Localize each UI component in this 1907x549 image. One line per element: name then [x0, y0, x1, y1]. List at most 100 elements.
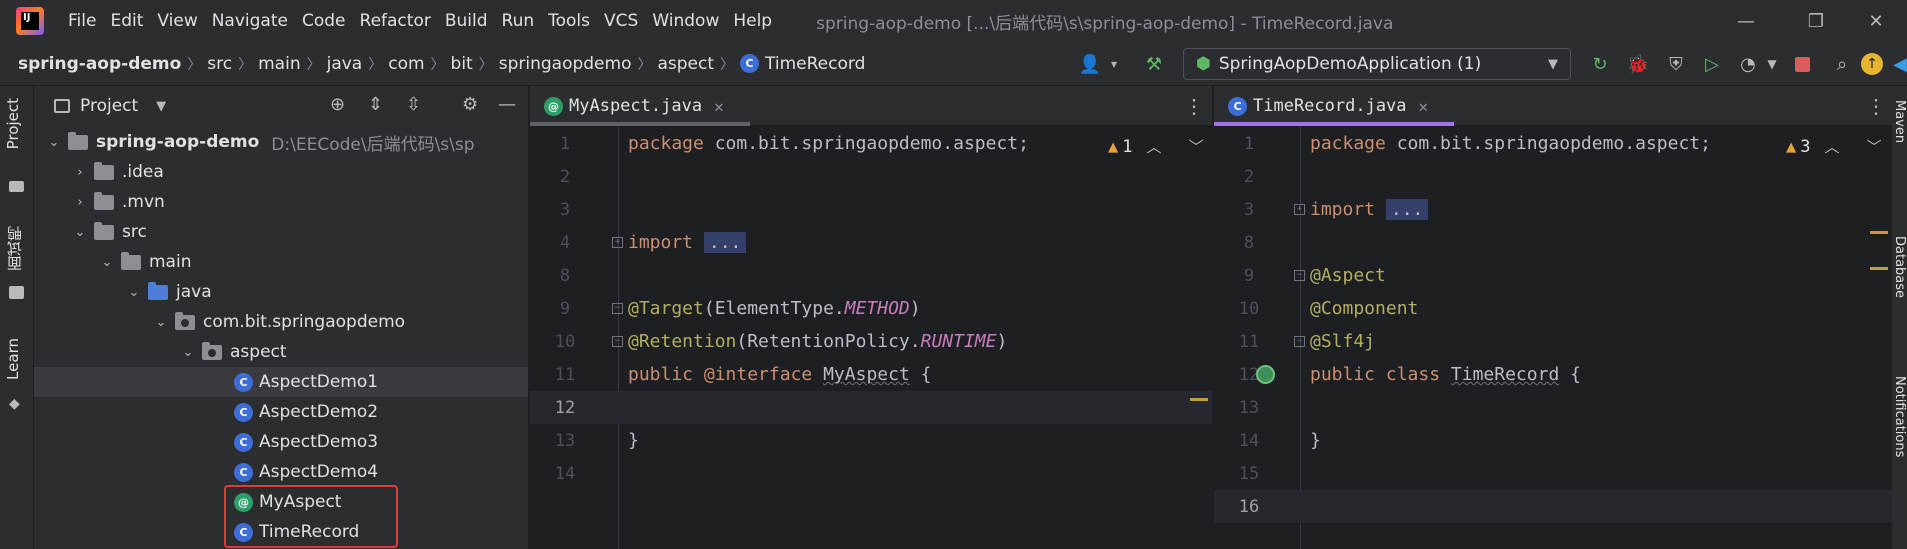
- profiler-icon[interactable]: ◔: [1736, 52, 1760, 76]
- breadcrumb-springaopdemo[interactable]: springaopdemo: [499, 54, 632, 74]
- interview-tool-tab[interactable]: 面试鸭: [4, 226, 25, 271]
- chevron-right-icon[interactable]: ›: [72, 165, 88, 180]
- more-options-icon[interactable]: ⋮: [1866, 94, 1886, 118]
- build-hammer-icon[interactable]: ⚒: [1142, 52, 1166, 76]
- code-line-9: 9 − @Target(ElementType.METHOD): [559, 298, 921, 319]
- menu-run[interactable]: Run: [502, 11, 535, 31]
- user-icon[interactable]: 👤: [1078, 52, 1102, 76]
- chevron-down-icon[interactable]: ⌄: [99, 255, 115, 270]
- tree-row-java[interactable]: ⌄ java: [34, 277, 528, 307]
- restore-icon[interactable]: ❐: [1786, 0, 1846, 42]
- chevron-down-icon[interactable]: ⌄: [153, 315, 169, 330]
- tree-row-package[interactable]: ⌄ com.bit.springaopdemo: [34, 307, 528, 337]
- more-options-icon[interactable]: ⋮: [1184, 94, 1204, 118]
- update-icon[interactable]: ↑: [1860, 52, 1884, 76]
- tree-row-aspectdemo2[interactable]: C AspectDemo2: [34, 397, 528, 427]
- settings-gear-icon[interactable]: ⚙: [462, 94, 478, 115]
- notifications-tool-tab[interactable]: Notifications: [1892, 376, 1907, 457]
- menu-build[interactable]: Build: [445, 11, 488, 31]
- fold-collapse-icon[interactable]: −: [612, 303, 623, 314]
- maven-tool-tab[interactable]: Maven: [1892, 100, 1907, 143]
- window-title: spring-aop-demo [...\后端代码\s\spring-aop-d…: [816, 13, 1394, 34]
- project-tool-tab[interactable]: Project: [4, 98, 22, 149]
- editor-timerecord[interactable]: C TimeRecord.java ✕ ⋮ 1 package com.bit.…: [1214, 86, 1892, 549]
- tree-row-aspectdemo4[interactable]: C AspectDemo4: [34, 457, 528, 487]
- breadcrumb-aspect[interactable]: aspect: [657, 54, 714, 74]
- breadcrumb-bit[interactable]: bit: [451, 54, 473, 74]
- breadcrumb-src[interactable]: src: [207, 54, 232, 74]
- tree-row-idea[interactable]: › .idea: [34, 157, 528, 187]
- tab-timerecord[interactable]: C TimeRecord.java ✕: [1214, 86, 1454, 126]
- chevron-down-icon[interactable]: ⌄: [46, 135, 62, 150]
- chevron-down-icon[interactable]: ⌄: [72, 225, 88, 240]
- menu-view[interactable]: View: [157, 11, 197, 31]
- chevron-down-icon[interactable]: ▼: [156, 99, 166, 114]
- tab-myaspect[interactable]: @ MyAspect.java ✕: [530, 86, 750, 126]
- tree-row-root[interactable]: ⌄ spring-aop-demo D:\EECode\后端代码\s\sp: [34, 127, 528, 157]
- warning-stripe-marker[interactable]: [1870, 231, 1888, 234]
- warning-stripe-marker[interactable]: [1870, 267, 1888, 270]
- debug-icon[interactable]: 🐞: [1626, 52, 1650, 76]
- spring-bean-gutter-icon[interactable]: [1256, 365, 1275, 384]
- folded-imports[interactable]: ...: [1385, 199, 1429, 220]
- minimize-icon[interactable]: —: [1716, 0, 1776, 42]
- expand-all-icon[interactable]: ⇕: [368, 94, 383, 115]
- tree-row-aspectdemo1[interactable]: C AspectDemo1: [34, 367, 528, 397]
- breadcrumb-timerecord[interactable]: TimeRecord: [765, 54, 865, 74]
- menu-help[interactable]: Help: [733, 11, 772, 31]
- breadcrumb-main[interactable]: main: [258, 54, 300, 74]
- hide-panel-icon[interactable]: —: [498, 94, 516, 115]
- navigate-up-down-icon[interactable]: ︿ ﹀: [1825, 136, 1882, 157]
- coverage-icon[interactable]: ⛨: [1664, 52, 1688, 76]
- breadcrumb-com[interactable]: com: [388, 54, 424, 74]
- menu-file[interactable]: File: [68, 11, 96, 31]
- fold-expand-icon[interactable]: +: [612, 237, 623, 248]
- chevron-down-icon[interactable]: ▼: [1760, 52, 1784, 76]
- fold-collapse-icon[interactable]: −: [1294, 270, 1305, 281]
- tree-row-main[interactable]: ⌄ main: [34, 247, 528, 277]
- menu-tools[interactable]: Tools: [548, 11, 590, 31]
- project-panel-title[interactable]: Project: [80, 96, 138, 116]
- tree-row-aspect[interactable]: ⌄ aspect: [34, 337, 528, 367]
- editor-myaspect[interactable]: @ MyAspect.java ✕ ⋮ 1 package com.bit.sp…: [530, 86, 1212, 549]
- menu-edit[interactable]: Edit: [110, 11, 143, 31]
- chevron-right-icon[interactable]: ›: [72, 195, 88, 210]
- breadcrumb-project[interactable]: spring-aop-demo: [18, 54, 181, 74]
- menu-window[interactable]: Window: [652, 11, 719, 31]
- chevron-down-icon[interactable]: ⌄: [180, 345, 196, 360]
- tree-label: src: [122, 222, 147, 242]
- collapse-all-icon[interactable]: ⇳: [406, 94, 421, 115]
- close-tab-icon[interactable]: ✕: [714, 97, 724, 116]
- run-configuration-selector[interactable]: ⬢ SpringAopDemoApplication (1) ▼: [1183, 48, 1571, 80]
- folded-imports[interactable]: ...: [703, 232, 747, 253]
- fold-collapse-icon[interactable]: −: [1294, 336, 1305, 347]
- plugin-icon[interactable]: ◀: [1888, 52, 1907, 76]
- folder-icon: [94, 221, 114, 240]
- navigate-up-down-icon[interactable]: ︿ ﹀: [1147, 136, 1204, 157]
- menu-navigate[interactable]: Navigate: [212, 11, 288, 31]
- menu-vcs[interactable]: VCS: [604, 11, 638, 31]
- locate-file-icon[interactable]: ⊕: [330, 94, 345, 115]
- stop-icon[interactable]: [1790, 52, 1814, 76]
- inspection-widget[interactable]: ▲ 1 ︿ ﹀: [1108, 136, 1204, 157]
- intellij-logo-icon[interactable]: IJ: [16, 7, 44, 35]
- chevron-down-icon[interactable]: ▾: [1102, 52, 1126, 76]
- close-window-icon[interactable]: ✕: [1846, 0, 1906, 42]
- rerun-icon[interactable]: ↻: [1588, 52, 1612, 76]
- fold-expand-icon[interactable]: +: [1294, 204, 1305, 215]
- learn-tool-tab[interactable]: Learn: [4, 338, 22, 380]
- inspection-widget[interactable]: ▲ 3 ︿ ﹀: [1786, 136, 1882, 157]
- tree-row-aspectdemo3[interactable]: C AspectDemo3: [34, 427, 528, 457]
- database-tool-tab[interactable]: Database: [1892, 236, 1907, 298]
- run-with-icon[interactable]: ▷: [1700, 52, 1724, 76]
- chevron-down-icon[interactable]: ⌄: [126, 285, 142, 300]
- search-icon[interactable]: ⌕: [1830, 52, 1854, 76]
- fold-collapse-icon[interactable]: −: [612, 336, 623, 347]
- tree-row-src[interactable]: ⌄ src: [34, 217, 528, 247]
- warning-stripe-marker[interactable]: [1190, 398, 1208, 401]
- close-tab-icon[interactable]: ✕: [1419, 97, 1429, 116]
- tree-row-mvn[interactable]: › .mvn: [34, 187, 528, 217]
- menu-code[interactable]: Code: [302, 11, 346, 31]
- breadcrumb-java[interactable]: java: [327, 54, 363, 74]
- menu-refactor[interactable]: Refactor: [360, 11, 431, 31]
